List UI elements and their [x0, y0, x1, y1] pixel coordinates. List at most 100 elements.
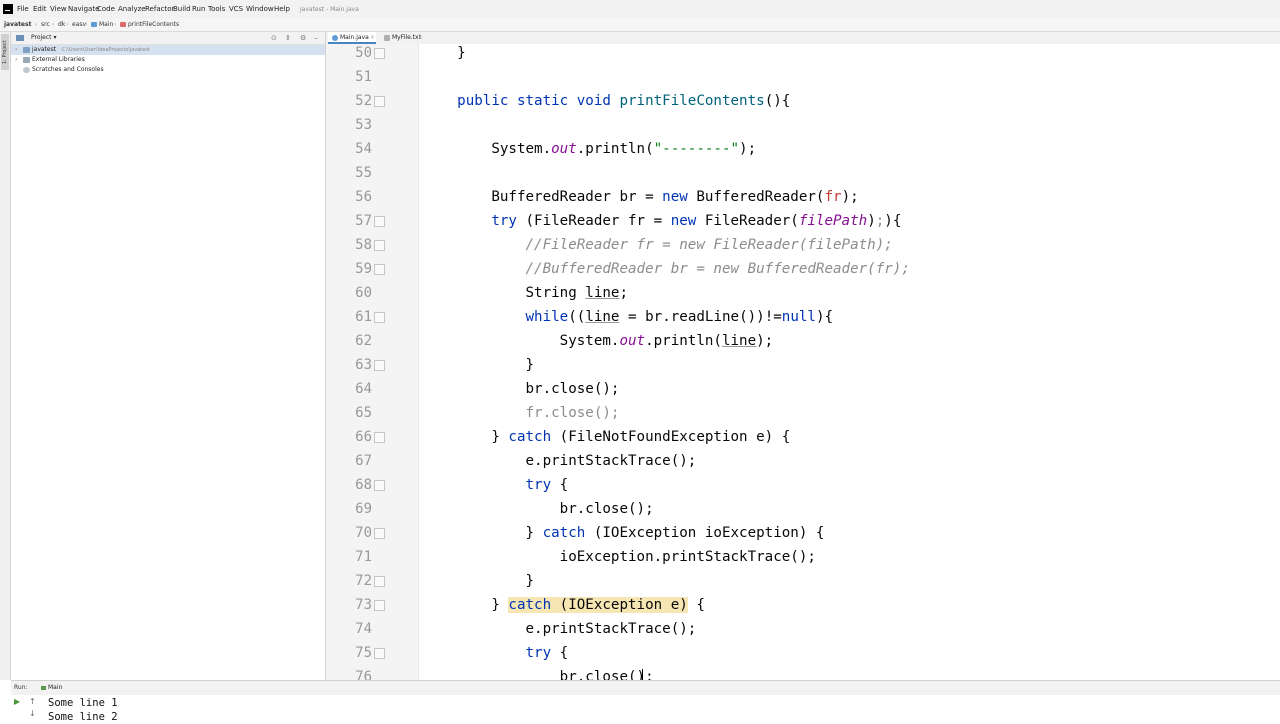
text-caret [642, 669, 643, 680]
line-number: 72 [355, 573, 372, 589]
tab-myfile-txt[interactable]: MyFile.txt × [380, 32, 426, 44]
menu-help[interactable]: Help [274, 5, 290, 14]
code-line-69: br.close(); [423, 501, 654, 517]
console-output-line: Some line 1 [48, 697, 118, 709]
project-tool-tab-label: 1: Project [2, 40, 8, 64]
fold-marker-icon[interactable] [374, 264, 385, 275]
code-line-67: e.printStackTrace(); [423, 453, 697, 469]
fold-marker-icon[interactable] [374, 312, 385, 323]
run-console[interactable]: ▶ ↑ ↓ Some line 1 Some line 2 [11, 695, 1280, 723]
line-number: 65 [355, 405, 372, 421]
line-number: 54 [355, 141, 372, 157]
fold-marker-icon[interactable] [374, 600, 385, 611]
menu-file[interactable]: File [17, 5, 29, 14]
tree-item-label: Scratches and Consoles [32, 66, 104, 73]
minimize-icon[interactable]: – [314, 34, 318, 42]
menu-navigate[interactable]: Navigate [68, 5, 99, 14]
breadcrumb-separator: › [52, 21, 55, 28]
line-number: 50 [355, 45, 372, 61]
menu-view[interactable]: View [50, 5, 67, 14]
menu-window[interactable]: Window [246, 5, 274, 14]
run-config-icon [41, 686, 46, 690]
breadcrumb-project[interactable]: javatest [4, 21, 31, 29]
fold-marker-icon[interactable] [374, 240, 385, 251]
project-panel-header: Project ▾ ⊙ ⇕ ⚙ – [11, 32, 325, 45]
fold-marker-icon[interactable] [374, 360, 385, 371]
line-number: 73 [355, 597, 372, 613]
run-panel-label: Run: [14, 684, 28, 691]
code-line-75: try { [525, 645, 569, 661]
fold-marker-icon[interactable] [374, 528, 385, 539]
expand-arrow-icon[interactable]: › [15, 46, 17, 54]
tree-item-external-libraries[interactable]: › External Libraries [11, 55, 325, 65]
rerun-icon[interactable]: ▶ [14, 697, 20, 707]
menu-bar: File Edit View Navigate Code Analyze Ref… [0, 0, 1280, 18]
console-output-line: Some line 2 [48, 711, 118, 723]
fold-marker-icon[interactable] [374, 48, 385, 59]
library-icon [23, 57, 30, 63]
code-line-52: public static void printFileContents(){ [457, 93, 791, 109]
locate-icon[interactable]: ⊙ [271, 34, 277, 42]
menu-build[interactable]: Build [173, 5, 191, 14]
line-number: 52 [355, 93, 372, 109]
breadcrumb: javatest › src › dk › easv › Main › prin… [0, 18, 1280, 32]
breadcrumb-separator: › [85, 21, 88, 28]
tab-main-java[interactable]: Main.java × [328, 32, 376, 44]
breadcrumb-src[interactable]: src [41, 21, 50, 29]
menu-run[interactable]: Run [192, 5, 205, 14]
fold-marker-icon[interactable] [374, 480, 385, 491]
tree-item-scratches[interactable]: Scratches and Consoles [11, 65, 325, 75]
code-line-61: while((line = br.readLine())!=null){ [525, 309, 834, 325]
scroll-down-icon[interactable]: ↓ [29, 709, 36, 719]
menu-tools[interactable]: Tools [208, 5, 225, 14]
code-line-63: } [423, 357, 535, 373]
intellij-logo-icon [3, 4, 13, 14]
fold-marker-icon[interactable] [374, 648, 385, 659]
code-line-73: } catch (IOException e) { [423, 597, 705, 613]
fold-marker-icon[interactable] [374, 216, 385, 227]
line-number: 58 [355, 237, 372, 253]
line-number: 71 [355, 549, 372, 565]
code-line-66: } catch (FileNotFoundException e) { [423, 429, 791, 445]
breadcrumb-method[interactable]: printFileContents [128, 21, 179, 29]
fold-marker-icon[interactable] [374, 96, 385, 107]
close-icon[interactable]: × [370, 34, 375, 42]
project-panel-title[interactable]: Project ▾ [31, 34, 56, 42]
code-line-74: e.printStackTrace(); [423, 621, 697, 637]
menu-refactor[interactable]: Refactor [145, 5, 174, 14]
line-number: 57 [355, 213, 372, 229]
code-line-76: br.close(); [423, 669, 654, 680]
close-icon[interactable]: × [418, 34, 423, 42]
collapse-all-icon[interactable]: ⇕ [285, 34, 291, 42]
code-line-54: System.out.println("--------"); [423, 141, 757, 157]
menu-code[interactable]: Code [97, 5, 115, 14]
code-editor[interactable]: 50 51 52 53 54 55 56 57 58 59 60 61 62 63 64 65 66 67 68 69… [326, 44, 1280, 680]
gear-icon[interactable]: ⚙ [300, 34, 306, 42]
project-name: javatest [32, 46, 57, 53]
breadcrumb-dk[interactable]: dk [58, 21, 65, 29]
expand-arrow-icon[interactable]: › [15, 56, 17, 64]
code-line-58: //FileReader fr = new FileReader(filePat… [525, 237, 893, 253]
menu-analyze[interactable]: Analyze [118, 5, 146, 14]
project-tool-tab[interactable]: 1: Project [1, 34, 9, 70]
run-tab-main[interactable]: Main [48, 684, 62, 692]
fold-marker-icon[interactable] [374, 576, 385, 587]
code-line-60: String line; [423, 285, 629, 301]
run-panel-header: Run: Main [11, 680, 1280, 695]
line-number: 55 [355, 165, 372, 181]
line-number: 70 [355, 525, 372, 541]
line-number: 60 [355, 285, 372, 301]
code-line-65: fr.close(); [525, 405, 620, 421]
line-number: 64 [355, 381, 372, 397]
method-icon [120, 22, 126, 27]
code-line-50: } [423, 45, 466, 61]
breadcrumb-main[interactable]: Main [99, 21, 113, 29]
line-number: 68 [355, 477, 372, 493]
scroll-up-icon[interactable]: ↑ [29, 697, 36, 707]
menu-vcs[interactable]: VCS [229, 5, 243, 14]
menu-edit[interactable]: Edit [33, 5, 47, 14]
line-number: 56 [355, 189, 372, 205]
breadcrumb-easv[interactable]: easv [72, 21, 86, 29]
fold-marker-icon[interactable] [374, 432, 385, 443]
tree-item-project[interactable]: › javatest C:\Users\User\IdeaProjects\ja… [11, 45, 325, 55]
